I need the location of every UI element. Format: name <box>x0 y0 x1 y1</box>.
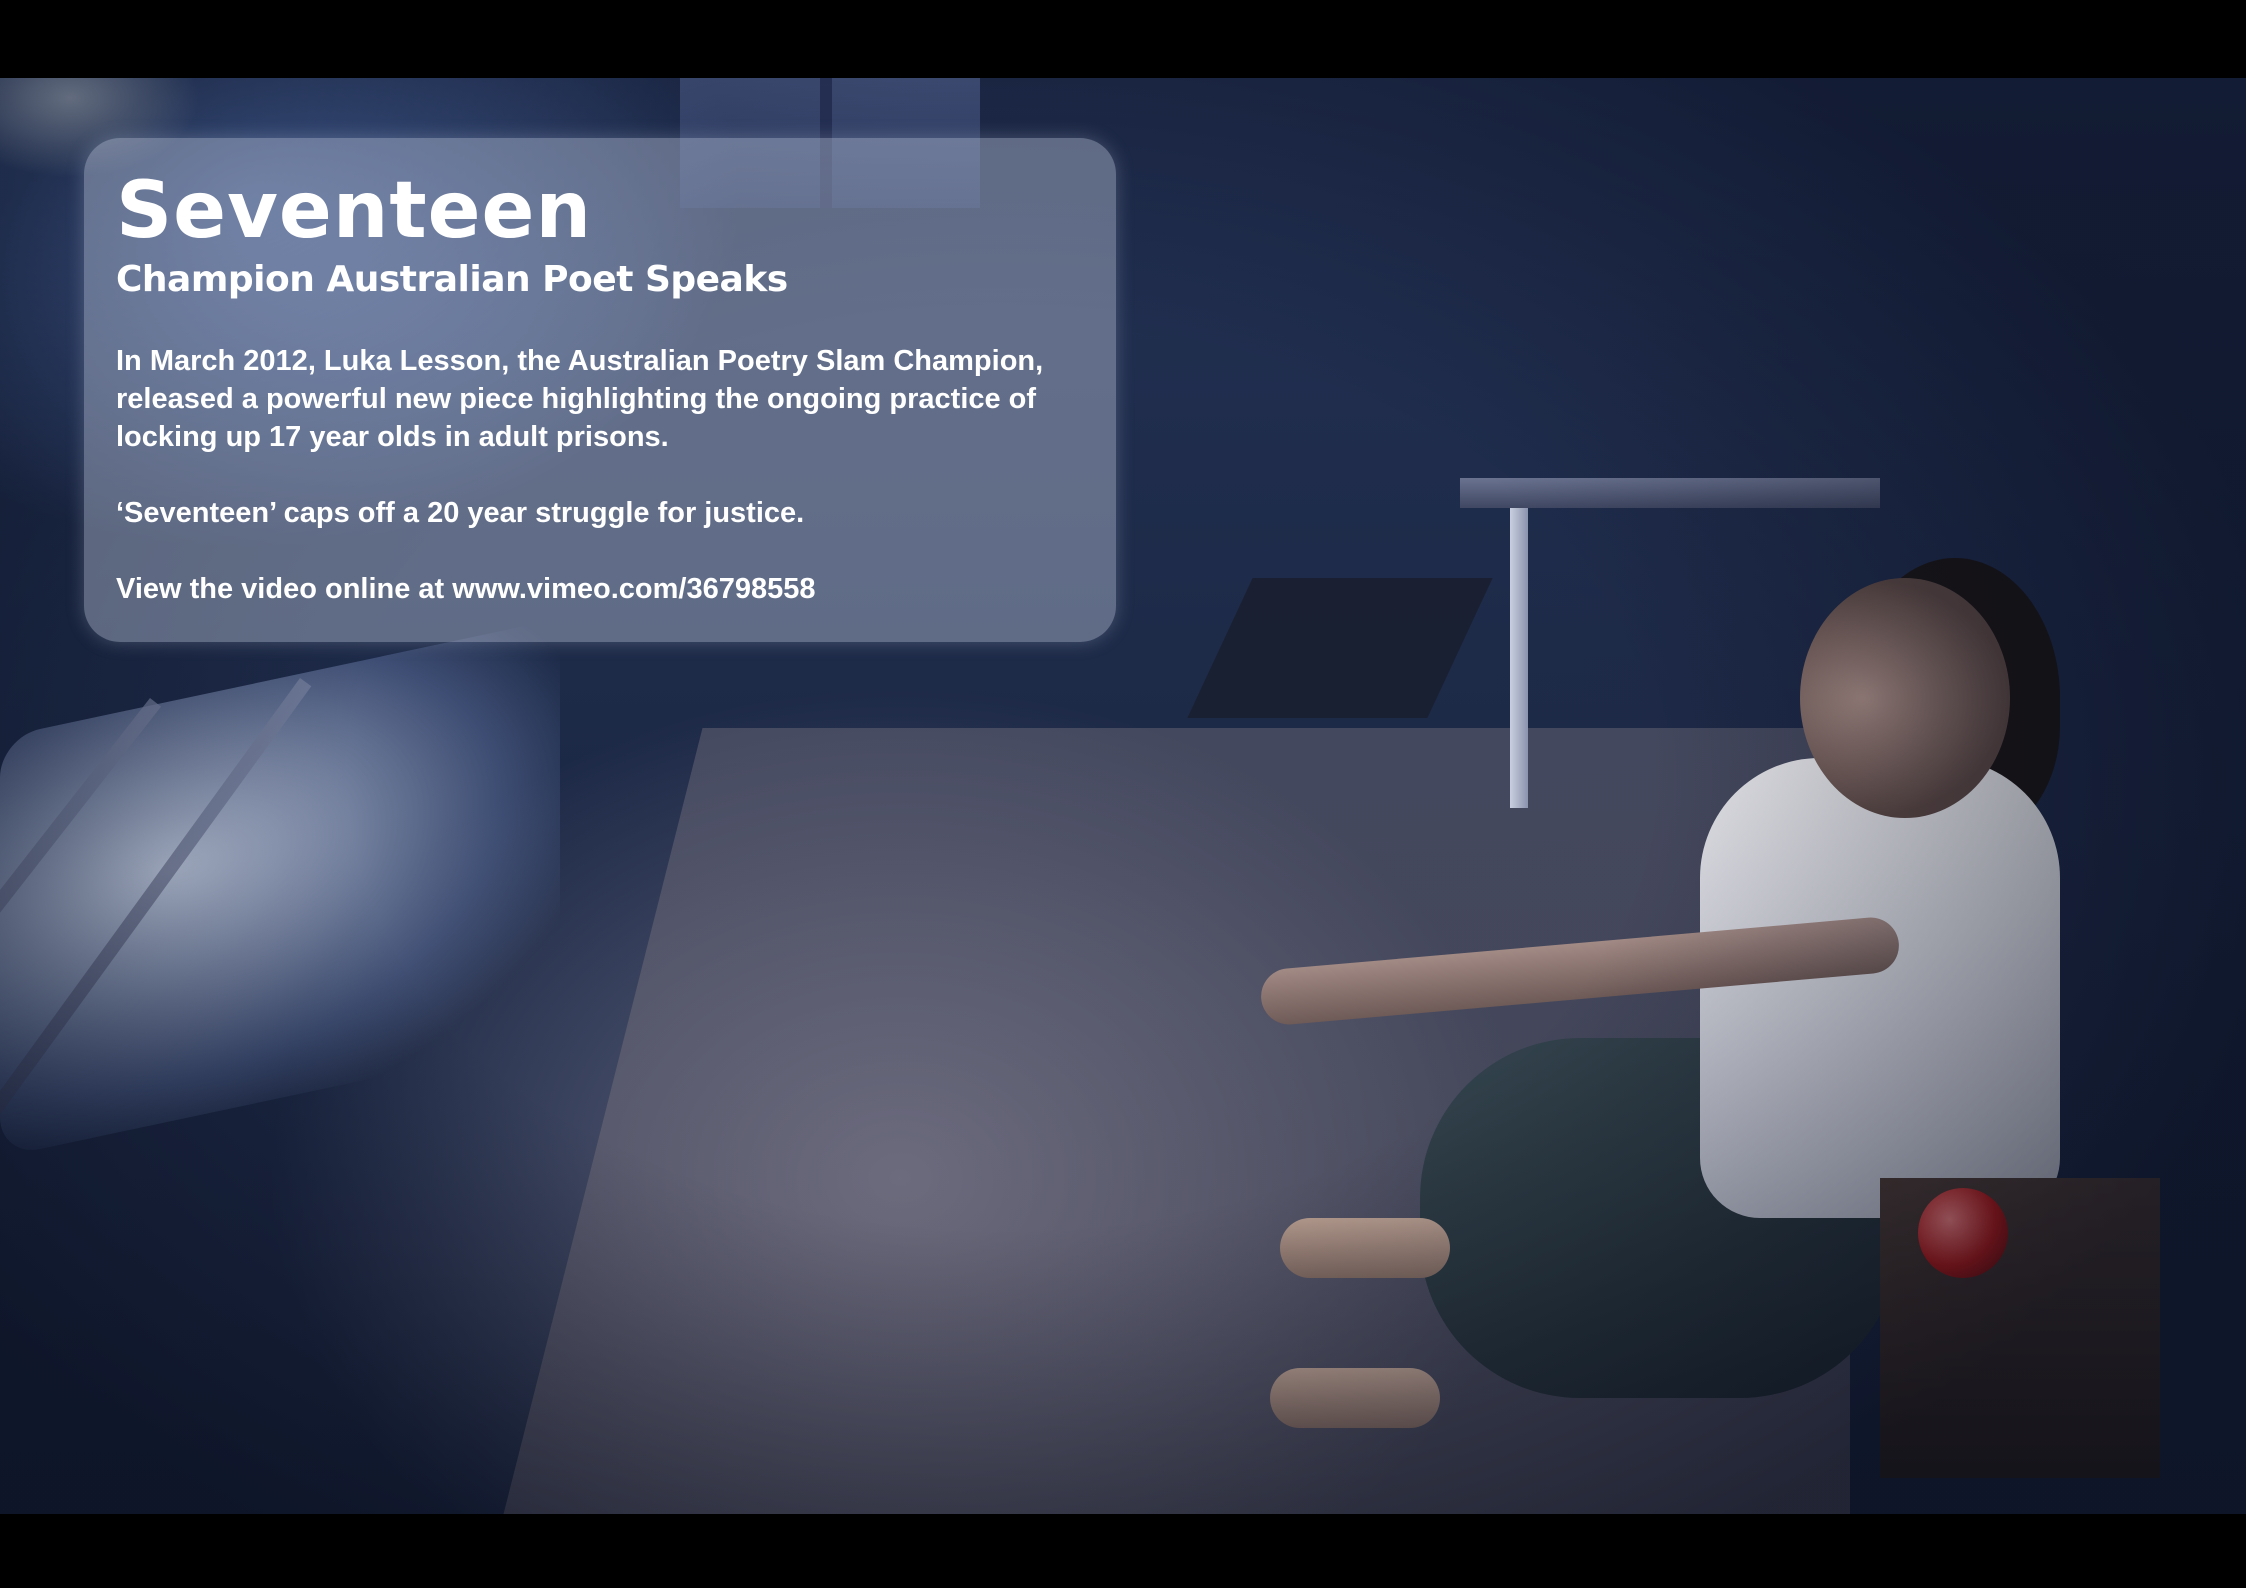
tagline: ‘Seventeen’ caps off a 20 year struggle … <box>116 497 805 529</box>
poster-frame: Seventeen Champion Australian Poet Speak… <box>0 0 2246 1588</box>
video-link-text: View the video online at www.vimeo.com/3… <box>116 573 816 605</box>
letterbox-bottom <box>0 1514 2246 1588</box>
letterbox-top <box>0 0 2246 78</box>
poster-subtitle: Champion Australian Poet Speaks <box>116 259 788 300</box>
intro-line: In March 2012, Luka Lesson, the Australi… <box>116 345 1044 377</box>
poster-body: In March 2012, Luka Lesson, the Australi… <box>116 342 1106 608</box>
intro-line: released a powerful new piece highlighti… <box>116 383 1037 415</box>
poster-title: Seventeen <box>116 166 592 256</box>
intro-line: locking up 17 year olds in adult prisons… <box>116 421 669 453</box>
